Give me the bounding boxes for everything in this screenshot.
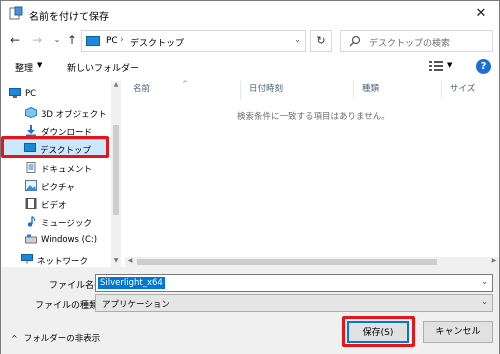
search-icon xyxy=(349,35,361,47)
documents-icon xyxy=(26,162,36,173)
hide-folders-label: フォルダーの非表示 xyxy=(23,334,101,344)
chevron-down-icon[interactable]: ⌄ xyxy=(481,297,488,306)
sidebar-item-documents[interactable]: ドキュメント xyxy=(1,159,111,177)
scrollbar-thumb[interactable] xyxy=(113,125,119,215)
scroll-right-icon[interactable]: ▶ xyxy=(489,257,499,264)
refresh-button[interactable]: ↻ xyxy=(310,30,332,52)
pc-icon xyxy=(86,36,100,46)
sidebar-item-pc[interactable]: PC xyxy=(1,85,111,103)
pc-icon xyxy=(9,88,21,98)
sidebar-item-network[interactable]: ネットワーク xyxy=(1,253,111,267)
title-bar: 名前を付けて保存 ✕ xyxy=(1,1,499,27)
download-icon xyxy=(26,125,36,136)
chevron-down-icon[interactable]: ⌄ xyxy=(294,35,301,44)
sidebar-item-label: ドキュメント xyxy=(41,165,93,175)
back-arrow-icon[interactable]: ← xyxy=(7,32,23,48)
save-dialog-icon xyxy=(9,6,23,20)
search-input[interactable]: デスクトップの検索 xyxy=(340,30,493,52)
help-button[interactable]: ? xyxy=(476,59,491,74)
file-list: 名前 ^ 日付時刻 種類 サイズ 検索条件に一致する項目はありません。 xyxy=(125,80,499,257)
view-caret-icon[interactable]: ▼ xyxy=(447,61,452,69)
hide-folders-toggle[interactable]: ^ フォルダーの非表示 xyxy=(11,332,100,344)
empty-list-message: 検索条件に一致する項目はありません。 xyxy=(237,112,390,122)
new-folder-button[interactable]: 新しいフォルダー xyxy=(67,61,139,74)
pictures-icon xyxy=(25,180,37,191)
navigation-pane: PC 3D オブジェクト ダウンロード デスクトップ ドキュメント ピクチャ ビ… xyxy=(1,81,121,267)
save-button[interactable]: 保存(S) xyxy=(347,321,409,343)
sidebar-item-downloads[interactable]: ダウンロード xyxy=(1,122,111,140)
sidebar-item-3d-objects[interactable]: 3D オブジェクト xyxy=(1,104,111,122)
sidebar-item-label: ネットワーク xyxy=(37,257,89,267)
sidebar-item-label: PC xyxy=(25,89,37,99)
breadcrumb-separator[interactable]: › xyxy=(120,35,124,45)
address-bar[interactable]: PC › デスクトップ ⌄ xyxy=(81,30,306,52)
sidebar-item-label: ダウンロード xyxy=(41,128,93,138)
file-list-scrollbar[interactable]: ◀ ▶ xyxy=(125,257,499,267)
sidebar-item-label: Windows (C:) xyxy=(41,235,98,245)
3d-objects-icon xyxy=(25,107,37,118)
recent-locations-caret-icon[interactable]: ⌄ xyxy=(49,32,65,48)
column-label: 名前 xyxy=(133,84,151,94)
sidebar-item-label: デスクトップ xyxy=(40,146,92,156)
up-arrow-icon[interactable]: ↑ xyxy=(64,32,80,48)
window-title: 名前を付けて保存 xyxy=(29,12,109,23)
chevron-up-icon: ^ xyxy=(11,334,18,343)
sort-caret-icon: ^ xyxy=(182,80,188,88)
sidebar-item-label: ピクチャ xyxy=(41,183,75,193)
filetype-value: アプリケーション xyxy=(102,300,170,310)
chevron-down-icon[interactable]: ⌄ xyxy=(481,277,488,286)
save-form: ファイル名(N): Silverlight_x64 ⌄ ファイルの種類(T): … xyxy=(1,267,499,354)
sidebar-item-desktop[interactable]: デスクトップ xyxy=(3,139,109,157)
sidebar-item-windows-drive[interactable]: Windows (C:) xyxy=(1,231,111,249)
scrollbar-thumb[interactable] xyxy=(137,259,437,265)
view-options-icon[interactable] xyxy=(429,60,443,72)
sidebar-item-music[interactable]: ミュージック xyxy=(1,213,111,231)
sidebar-item-label: ビデオ xyxy=(41,201,67,211)
filename-field[interactable]: Silverlight_x64 ⌄ xyxy=(95,274,493,292)
scroll-down-icon[interactable]: ▼ xyxy=(111,257,121,267)
close-button[interactable]: ✕ xyxy=(471,4,491,24)
desktop-icon xyxy=(24,143,36,152)
save-as-dialog: 名前を付けて保存 ✕ ← → ⌄ ↑ PC › デスクトップ ⌄ ↻ デスクトッ… xyxy=(0,0,500,354)
breadcrumb-desktop[interactable]: デスクトップ xyxy=(130,36,184,49)
scroll-up-icon[interactable]: ▲ xyxy=(111,81,121,91)
filename-value[interactable]: Silverlight_x64 xyxy=(98,277,165,289)
network-icon xyxy=(21,254,33,264)
music-icon xyxy=(27,216,36,227)
videos-icon xyxy=(25,198,37,209)
drive-icon xyxy=(25,234,37,244)
filetype-select[interactable]: アプリケーション ⌄ xyxy=(95,294,493,312)
forward-arrow-icon[interactable]: → xyxy=(29,32,45,48)
organize-caret-icon[interactable]: ▼ xyxy=(37,61,42,69)
nav-pane-scrollbar[interactable]: ▲ ▼ xyxy=(111,81,121,267)
address-row: ← → ⌄ ↑ PC › デスクトップ ⌄ ↻ デスクトップの検索 xyxy=(1,27,499,55)
sidebar-item-videos[interactable]: ビデオ xyxy=(1,195,111,213)
column-header-name[interactable]: 名前 ^ xyxy=(125,80,241,99)
sidebar-item-label: 3D オブジェクト xyxy=(41,110,107,120)
sidebar-item-label: ミュージック xyxy=(41,219,92,229)
command-bar: 整理 ▼ 新しいフォルダー ▼ ? xyxy=(1,55,499,79)
organize-button[interactable]: 整理 xyxy=(15,61,33,74)
sidebar-item-pictures[interactable]: ピクチャ xyxy=(1,177,111,195)
breadcrumb-pc[interactable]: PC xyxy=(106,36,118,46)
cancel-button[interactable]: キャンセル xyxy=(423,321,493,343)
scroll-left-icon[interactable]: ◀ xyxy=(125,257,135,264)
column-header-size[interactable]: サイズ xyxy=(442,81,499,99)
column-header-date[interactable]: 日付時刻 xyxy=(241,81,354,99)
search-placeholder: デスクトップの検索 xyxy=(369,39,451,49)
column-header-type[interactable]: 種類 xyxy=(354,81,442,99)
